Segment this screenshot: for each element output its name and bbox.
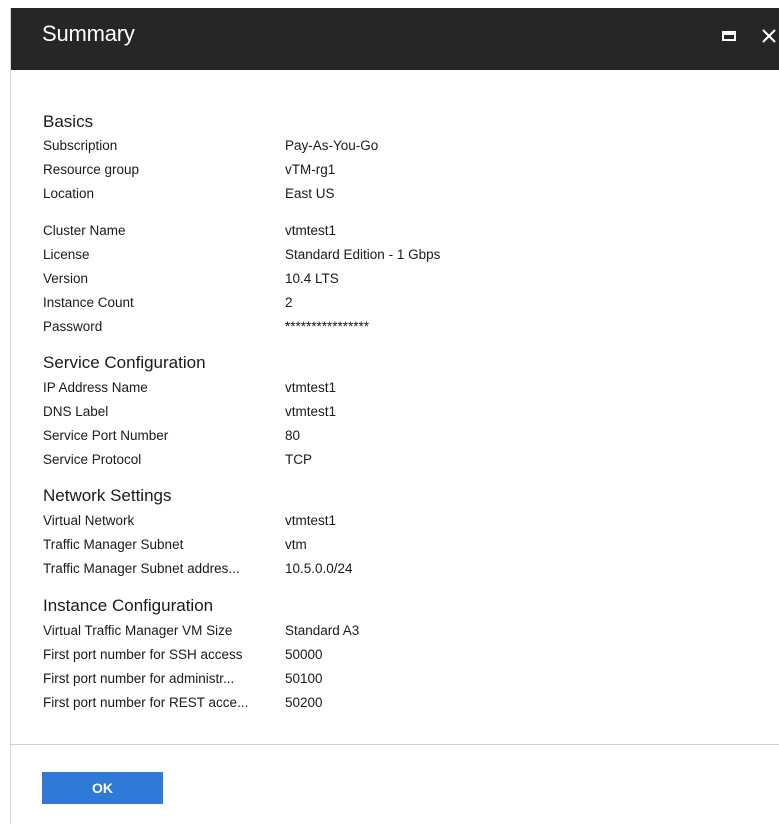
row-value: vTM-rg1 <box>285 162 336 177</box>
row-label: Virtual Traffic Manager VM Size <box>43 623 233 638</box>
row-value: 10.5.0.0/24 <box>285 561 353 576</box>
row-label: First port number for REST acce... <box>43 695 249 710</box>
row-label: Cluster Name <box>43 223 126 238</box>
section-heading-basics: Basics <box>43 112 94 131</box>
row-label: DNS Label <box>43 404 109 419</box>
summary-row-version: Version 10.4 LTS <box>43 271 763 293</box>
summary-row-license: License Standard Edition - 1 Gbps <box>43 247 763 269</box>
section-heading-service-configuration: Service Configuration <box>43 353 206 372</box>
row-label: Version <box>43 271 89 286</box>
row-value: East US <box>285 186 335 201</box>
row-value: vtm <box>285 537 307 552</box>
summary-row-traffic-manager-subnet: Traffic Manager Subnet vtm <box>43 537 763 559</box>
summary-row-cluster-name: Cluster Name vtmtest1 <box>43 223 763 245</box>
summary-row-subscription: Subscription Pay-As-You-Go <box>43 138 763 160</box>
row-value: 10.4 LTS <box>285 271 339 286</box>
blade-title: Summary <box>42 21 135 46</box>
row-label: Password <box>43 319 103 334</box>
summary-row-ssh-port: First port number for SSH access 50000 <box>43 647 763 669</box>
row-label: License <box>43 247 90 262</box>
summary-blade: Summary Basics Subscription Pay-As-You-G… <box>10 8 779 824</box>
close-icon <box>762 29 776 43</box>
row-value: 50200 <box>285 695 323 710</box>
row-label: Location <box>43 186 95 201</box>
summary-row-ip-address-name: IP Address Name vtmtest1 <box>43 380 763 402</box>
summary-row-admin-port: First port number for administr... 50100 <box>43 671 763 693</box>
row-value: Standard A3 <box>285 623 360 638</box>
row-value: vtmtest1 <box>285 223 337 238</box>
summary-row-dns-label: DNS Label vtmtest1 <box>43 404 763 426</box>
summary-row-vm-size: Virtual Traffic Manager VM Size Standard… <box>43 623 763 645</box>
row-value: 50000 <box>285 647 323 662</box>
row-label: Service Port Number <box>43 428 169 443</box>
footer-divider <box>11 744 779 745</box>
summary-row-instance-count: Instance Count 2 <box>43 295 763 317</box>
summary-row-rest-port: First port number for REST acce... 50200 <box>43 695 763 717</box>
row-label: First port number for SSH access <box>43 647 243 662</box>
row-value: 2 <box>285 295 293 310</box>
close-button[interactable] <box>758 22 779 48</box>
maximize-button[interactable] <box>719 26 739 46</box>
row-value: 80 <box>285 428 301 443</box>
maximize-icon <box>722 31 736 41</box>
summary-row-traffic-manager-subnet-address: Traffic Manager Subnet addres... 10.5.0.… <box>43 561 763 583</box>
row-value: **************** <box>285 319 370 334</box>
summary-row-virtual-network: Virtual Network vtmtest1 <box>43 513 763 535</box>
summary-content: Basics Subscription Pay-As-You-Go Resour… <box>11 70 779 744</box>
summary-row-location: Location East US <box>43 186 763 208</box>
summary-row-password: Password **************** <box>43 319 763 341</box>
row-value: TCP <box>285 452 312 467</box>
row-value: Pay-As-You-Go <box>285 138 379 153</box>
row-value: vtmtest1 <box>285 380 337 395</box>
row-value: Standard Edition - 1 Gbps <box>285 247 441 262</box>
row-label: Instance Count <box>43 295 134 310</box>
section-heading-instance-configuration: Instance Configuration <box>43 596 214 615</box>
row-value: vtmtest1 <box>285 513 337 528</box>
row-label: Resource group <box>43 162 140 177</box>
summary-row-resource-group: Resource group vTM-rg1 <box>43 162 763 184</box>
row-label: Traffic Manager Subnet addres... <box>43 561 240 576</box>
row-label: Virtual Network <box>43 513 135 528</box>
summary-row-service-protocol: Service Protocol TCP <box>43 452 763 474</box>
row-label: Traffic Manager Subnet <box>43 537 184 552</box>
row-label: IP Address Name <box>43 380 148 395</box>
ok-button[interactable]: OK <box>42 772 163 804</box>
section-heading-network-settings: Network Settings <box>43 486 172 505</box>
row-label: First port number for administr... <box>43 671 235 686</box>
row-value: vtmtest1 <box>285 404 337 419</box>
row-value: 50100 <box>285 671 323 686</box>
row-label: Subscription <box>43 138 118 153</box>
blade-header: Summary <box>11 8 779 70</box>
summary-row-service-port-number: Service Port Number 80 <box>43 428 763 450</box>
row-label: Service Protocol <box>43 452 142 467</box>
